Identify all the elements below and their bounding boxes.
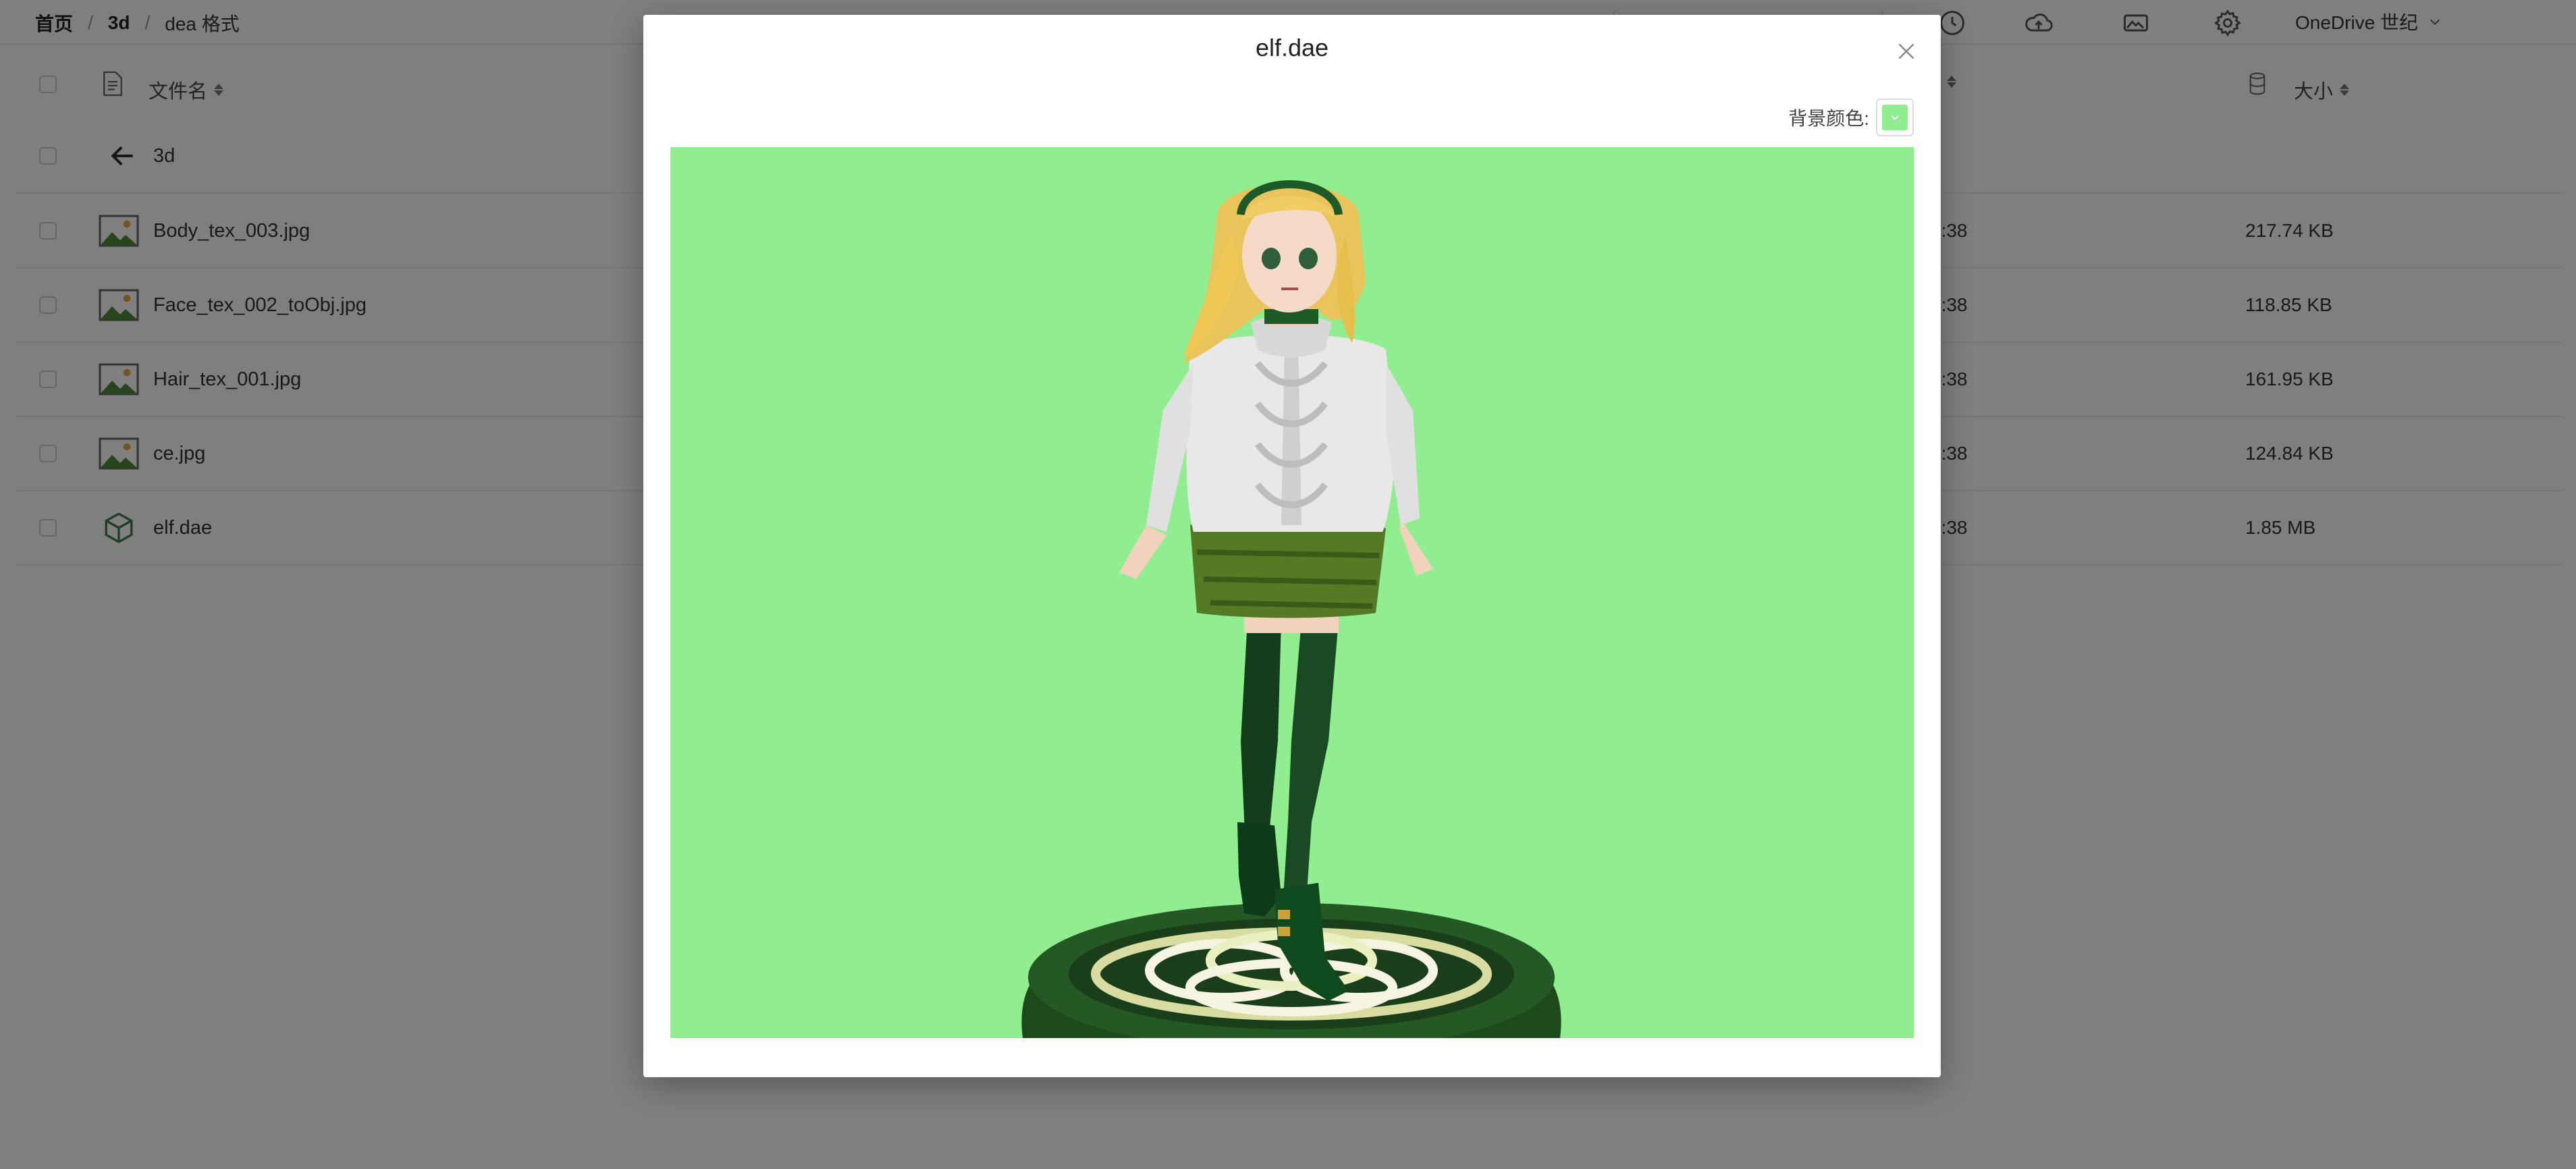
chevron-down-icon <box>1889 112 1900 123</box>
left-boot <box>1237 822 1281 917</box>
close-icon[interactable] <box>1894 39 1918 63</box>
3d-model-render <box>670 147 1914 1038</box>
left-arm <box>1146 363 1193 532</box>
dialog-title: elf.dae <box>643 34 1941 62</box>
background-color-label: 背景颜色: <box>1788 104 1869 131</box>
model-viewer-canvas[interactable] <box>670 147 1914 1038</box>
color-picker[interactable] <box>1876 99 1914 136</box>
right-leg-stocking <box>1281 620 1339 930</box>
color-picker-swatch <box>1882 105 1908 130</box>
preview-dialog: elf.dae 背景颜色: <box>643 15 1941 1077</box>
background-color-control: 背景颜色: <box>1788 99 1914 136</box>
right-arm <box>1386 363 1420 525</box>
